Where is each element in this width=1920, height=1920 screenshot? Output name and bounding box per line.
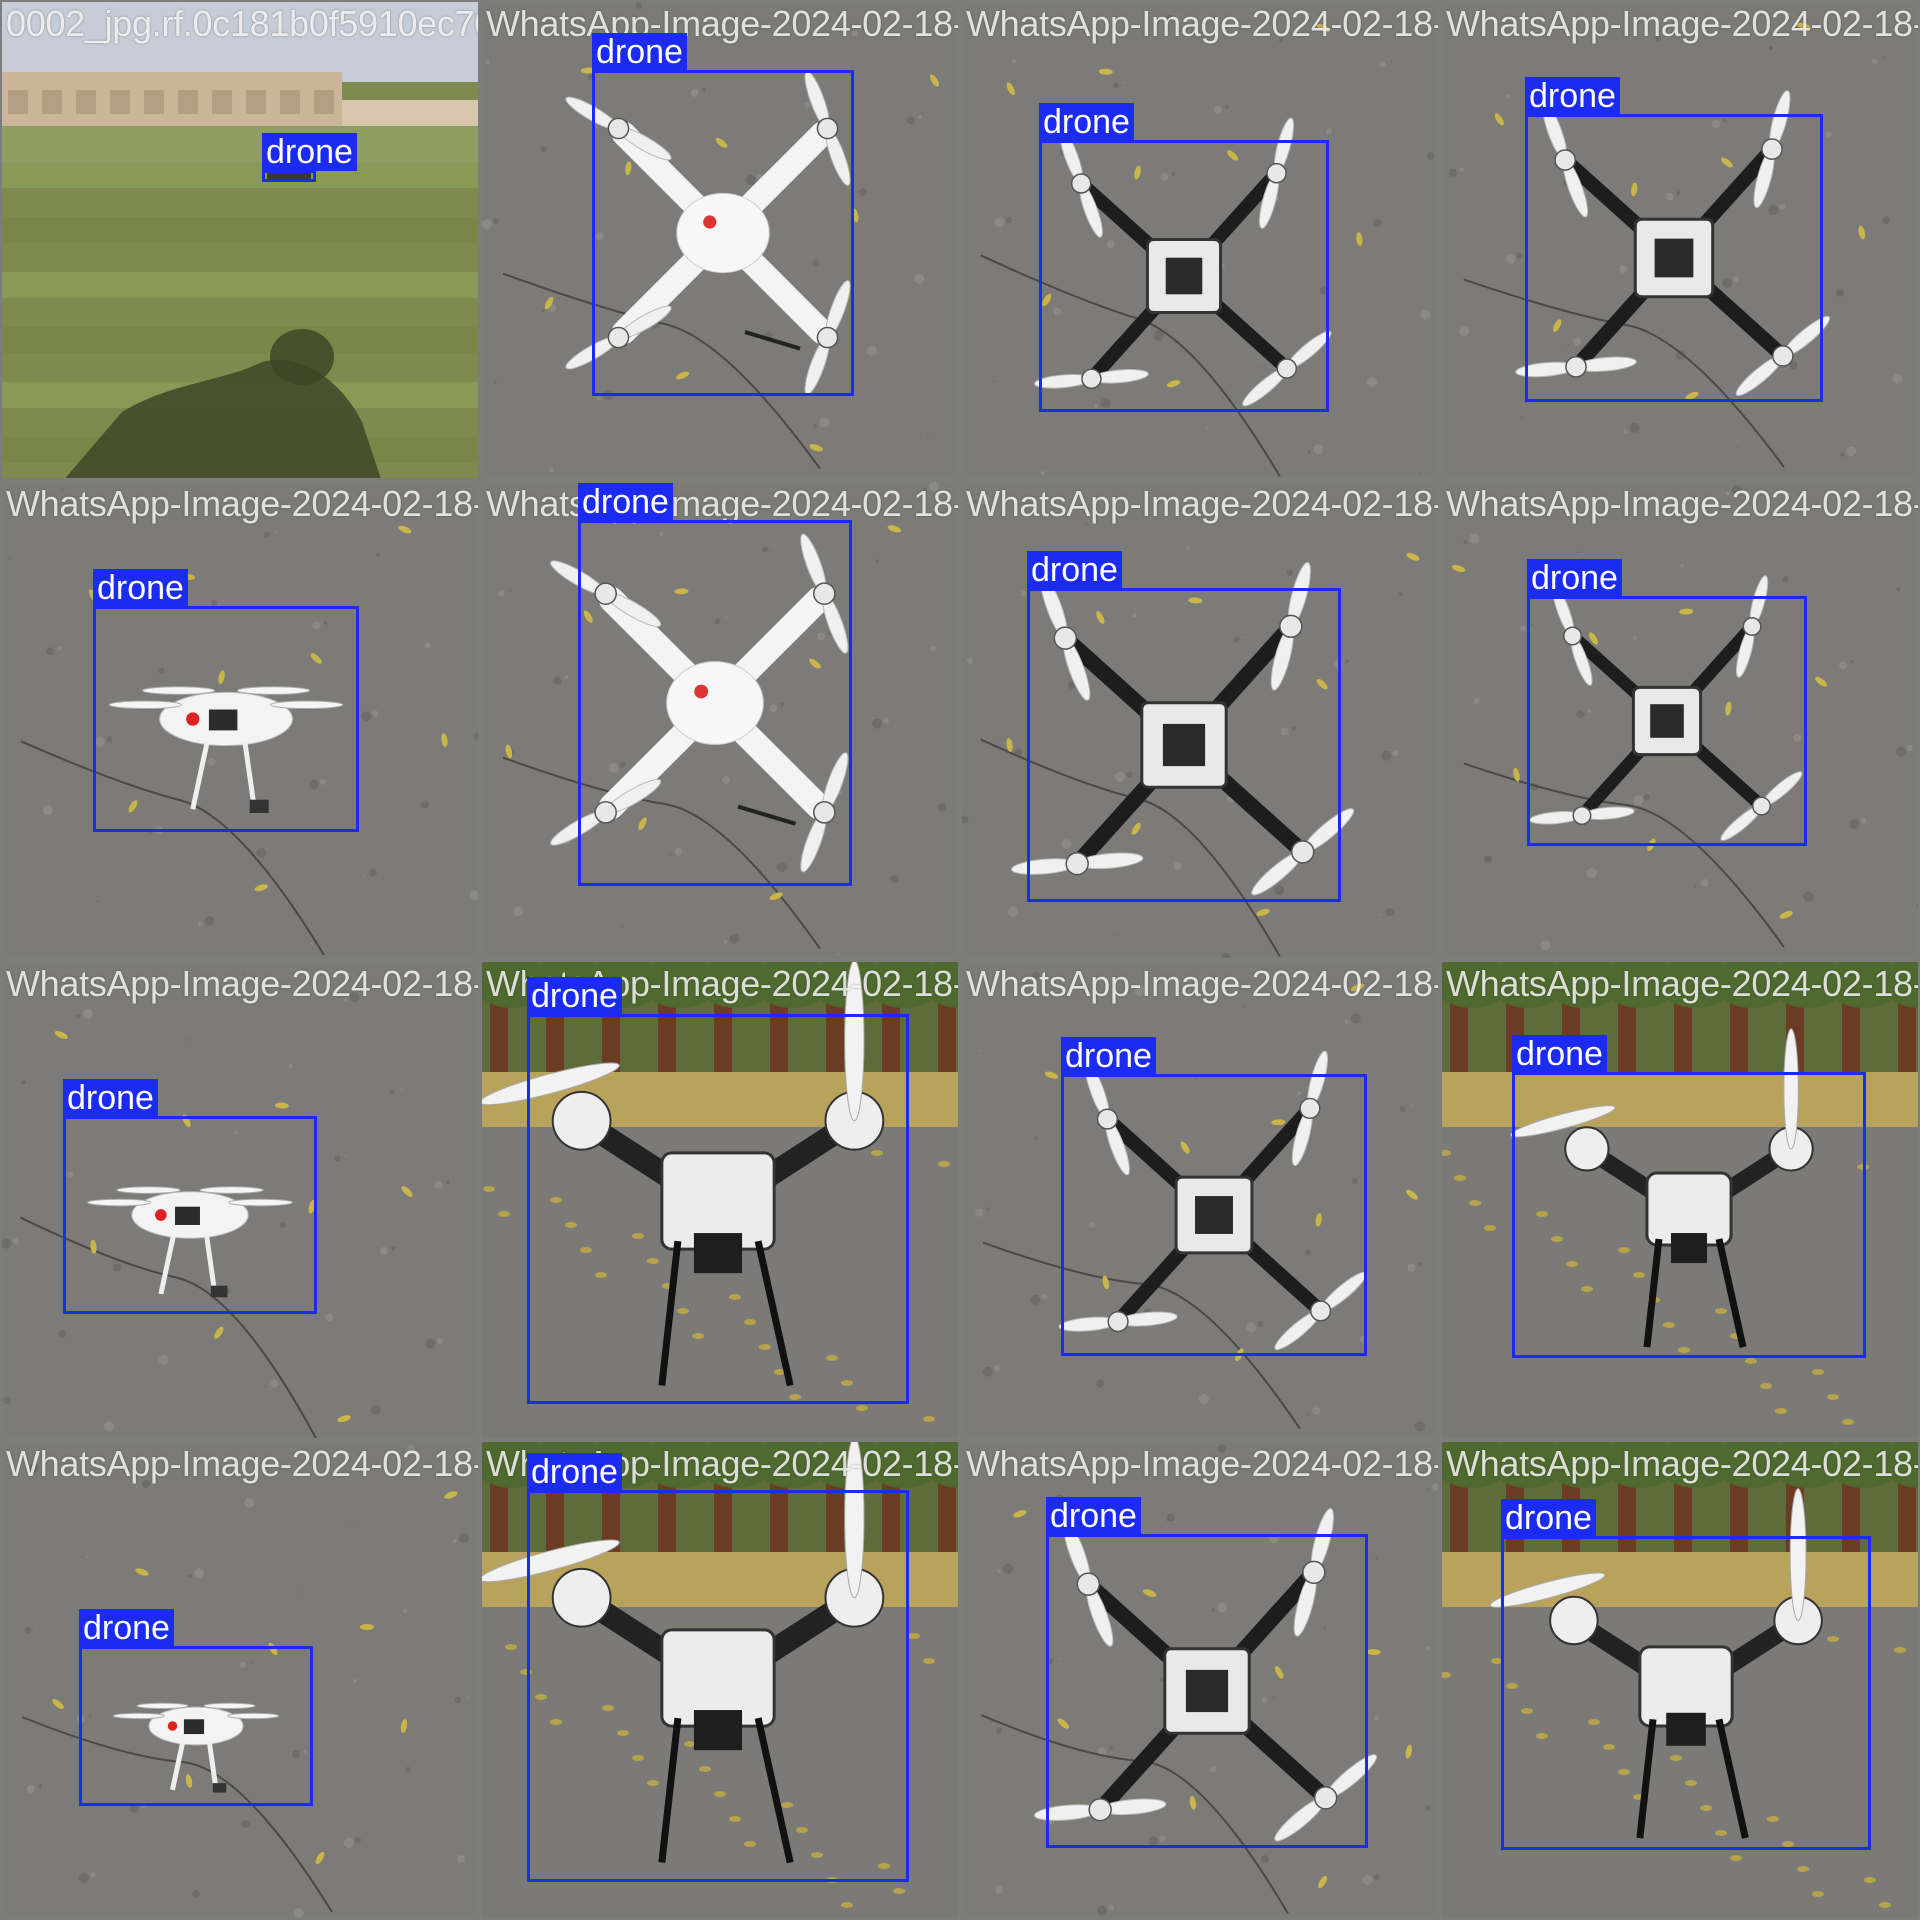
detection-box: drone — [63, 1079, 317, 1314]
image-filename: WhatsApp-Image-2024-02-18-at-17.16.59.1 — [1446, 963, 1918, 1004]
mosaic-tile: WhatsApp-Image-2024-02-18-at-17.16.59.1 d… — [0, 1440, 480, 1920]
image-filename: WhatsApp-Image-2024-02-18-at-17.16.01 — [486, 483, 958, 524]
image-filename: WhatsApp-Image-2024-02-18-at-17.16.59.1 — [6, 963, 478, 1004]
detection-label: drone — [578, 483, 673, 521]
image-mosaic: 0002_jpg.rf.0c181b0f5910ec7046a458305f15… — [0, 0, 1920, 1920]
detection-label: drone — [1027, 551, 1122, 589]
detection-label: drone — [1527, 559, 1622, 597]
mosaic-tile: WhatsApp-Image-2024-02-18-at-17.16.01 dro… — [960, 480, 1440, 960]
image-filename: WhatsApp-Image-2024-02-18-at-17.16.01 — [486, 3, 958, 44]
mosaic-tile: WhatsApp-Image-2024-02-18-at-17.16.01dro… — [480, 1440, 960, 1920]
detection-label: drone — [592, 33, 687, 71]
detection-label: drone — [262, 133, 357, 171]
mosaic-tile: 0002_jpg.rf.0c181b0f5910ec7046a458305f15… — [0, 0, 480, 480]
mosaic-tile: WhatsApp-Image-2024-02-18-at-17.16.01dro… — [480, 960, 960, 1440]
mosaic-tile: WhatsApp-Image-2024-02-18-at-17.16.59.1 d… — [960, 960, 1440, 1440]
image-filename: 0002_jpg.rf.0c181b0f5910ec7046a458305f15 — [6, 3, 478, 44]
detection-box: drone — [527, 1453, 909, 1882]
image-filename: WhatsApp-Image-2024-02-18-at-17.16.59.1 — [1446, 3, 1918, 44]
detection-box: drone — [1525, 77, 1823, 402]
detection-label: drone — [527, 1453, 622, 1491]
detection-label: drone — [79, 1609, 174, 1647]
image-filename: WhatsApp-Image-2024-02-18-at-17.16.59.1 — [966, 1443, 1438, 1484]
detection-label: drone — [1525, 77, 1620, 115]
mosaic-tile: WhatsApp-Image-2024-02-18-at-17.16.59.1 d… — [0, 960, 480, 1440]
drone-photo — [2, 2, 478, 478]
detection-box: drone — [1027, 551, 1341, 902]
image-filename: WhatsApp-Image-2024-02-18-at-17.16.59.1 — [966, 3, 1438, 44]
detection-label: drone — [1046, 1497, 1141, 1535]
mosaic-tile: WhatsApp-Image-2024-02-18-at-17.16.01dro… — [480, 0, 960, 480]
mosaic-tile: WhatsApp-Image-2024-02-18-at-17.16.59.1 d… — [1440, 1440, 1920, 1920]
mosaic-tile: WhatsApp-Image-2024-02-18-at-17.16.01dro… — [480, 480, 960, 960]
detection-label: drone — [1512, 1035, 1607, 1073]
detection-box: drone — [1046, 1497, 1368, 1848]
detection-box: drone — [1061, 1037, 1367, 1356]
mosaic-tile: WhatsApp-Image-2024-02-18-at-17.16.59.1 d… — [960, 1440, 1440, 1920]
image-filename: WhatsApp-Image-2024-02-18-at-17.16.59.1 — [6, 483, 478, 524]
detection-box: drone — [592, 33, 854, 396]
mosaic-tile: WhatsApp-Image-2024-02-18-at-17.16.59.1 d… — [1440, 960, 1920, 1440]
image-filename: WhatsApp-Image-2024-02-18-at-17.16.59.1 — [966, 963, 1438, 1004]
detection-box: drone — [527, 977, 909, 1404]
mosaic-tile: WhatsApp-Image-2024-02-18-at-17.16.59.1 d… — [1440, 480, 1920, 960]
mosaic-tile: WhatsApp-Image-2024-02-18-at-17.16.59.1 d… — [0, 480, 480, 960]
image-filename: WhatsApp-Image-2024-02-18-at-17.16.59.1 — [6, 1443, 478, 1484]
detection-box: drone — [262, 133, 357, 182]
image-filename: WhatsApp-Image-2024-02-18-at-17.16.01 — [966, 483, 1438, 524]
detection-box: drone — [1527, 559, 1807, 846]
detection-label: drone — [1039, 103, 1134, 141]
detection-label: drone — [63, 1079, 158, 1117]
detection-label: drone — [93, 569, 188, 607]
detection-box: drone — [578, 483, 852, 886]
detection-box: drone — [93, 569, 359, 832]
detection-label: drone — [1061, 1037, 1156, 1075]
mosaic-tile: WhatsApp-Image-2024-02-18-at-17.16.59.1 d… — [960, 0, 1440, 480]
detection-box: drone — [1039, 103, 1329, 412]
detection-box: drone — [1501, 1499, 1871, 1850]
detection-box: drone — [1512, 1035, 1866, 1358]
detection-box: drone — [79, 1609, 313, 1806]
mosaic-tile: WhatsApp-Image-2024-02-18-at-17.16.59.1 d… — [1440, 0, 1920, 480]
image-filename: WhatsApp-Image-2024-02-18-at-17.16.59.1 — [1446, 1443, 1918, 1484]
image-filename: WhatsApp-Image-2024-02-18-at-17.16.59.1 — [1446, 483, 1918, 524]
detection-label: drone — [527, 977, 622, 1015]
detection-label: drone — [1501, 1499, 1596, 1537]
